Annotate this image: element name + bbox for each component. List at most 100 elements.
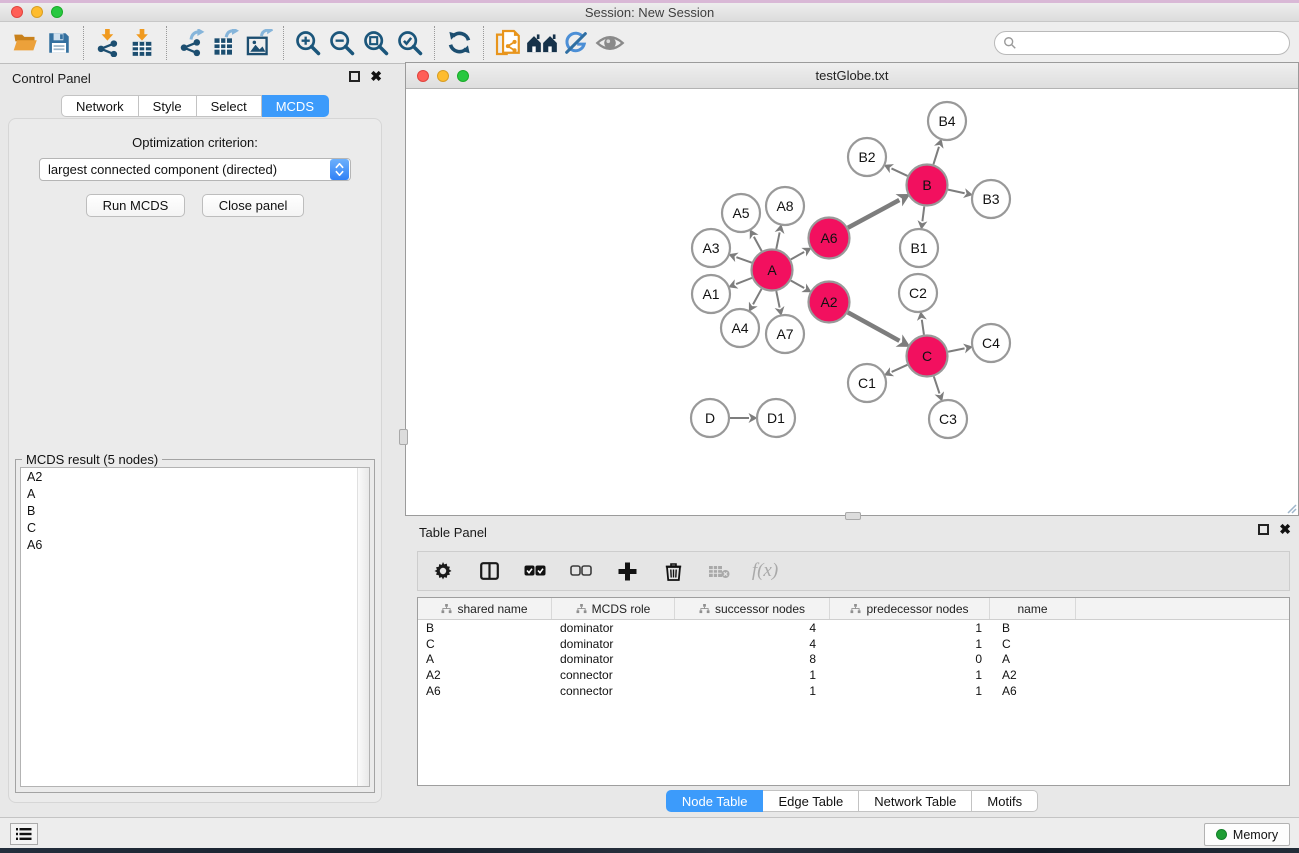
edge-B-B2[interactable] [891, 168, 907, 175]
network-window-titlebar[interactable]: testGlobe.txt [406, 63, 1298, 89]
clear-all-columns-button[interactable] [568, 556, 594, 586]
edge-A-A3[interactable] [736, 257, 751, 263]
table-row[interactable]: A6connector11A6 [418, 683, 1289, 699]
edge-A-A2[interactable] [791, 281, 804, 289]
save-session-button[interactable] [42, 25, 76, 61]
zoom-in-button[interactable] [291, 25, 325, 61]
table-row[interactable]: Adominator80A [418, 652, 1289, 668]
tab-network[interactable]: Network [61, 95, 139, 117]
table-cell[interactable]: dominator [552, 652, 675, 666]
table-cell[interactable]: B [418, 621, 552, 635]
edge-A-A5[interactable] [754, 237, 762, 251]
result-item[interactable]: B [21, 502, 369, 519]
criterion-dropdown[interactable]: largest connected component (directed) [39, 158, 351, 181]
close-panel-button[interactable]: Close panel [202, 194, 305, 217]
close-table-panel-icon[interactable]: ✖ [1279, 524, 1291, 535]
mcds-result-list[interactable]: A2ABCA6 [20, 467, 370, 787]
table-cell[interactable]: A [990, 652, 1076, 666]
memory-button[interactable]: Memory [1204, 823, 1290, 846]
tab-select[interactable]: Select [197, 95, 262, 117]
node-table[interactable]: shared nameMCDS rolesuccessor nodesprede… [417, 597, 1290, 786]
table-cell[interactable]: B [990, 621, 1076, 635]
result-item[interactable]: C [21, 519, 369, 536]
table-row[interactable]: A2connector11A2 [418, 667, 1289, 683]
search-input[interactable] [1023, 35, 1281, 50]
table-cell[interactable]: A2 [418, 668, 552, 682]
edge-A-A8[interactable] [776, 232, 779, 248]
column-header-predecessor-nodes[interactable]: predecessor nodes [830, 598, 990, 619]
table-settings-button[interactable] [430, 556, 456, 586]
edge-A6-B[interactable] [848, 200, 899, 228]
tab-style[interactable]: Style [139, 95, 197, 117]
function-builder-button[interactable]: f(x) [752, 556, 778, 586]
edge-B-B1[interactable] [922, 206, 924, 221]
edge-A-A7[interactable] [776, 291, 779, 307]
import-network-button[interactable] [91, 25, 125, 61]
table-cell[interactable]: 1 [830, 668, 990, 682]
edge-A-A6[interactable] [791, 252, 804, 260]
select-all-columns-button[interactable] [522, 556, 548, 586]
result-item[interactable]: A [21, 485, 369, 502]
create-column-button[interactable] [614, 556, 640, 586]
edge-A2-C[interactable] [848, 312, 900, 340]
search-field[interactable] [994, 31, 1290, 55]
refresh-button[interactable] [442, 25, 476, 61]
tab-mcds[interactable]: MCDS [262, 95, 329, 117]
column-header-successor-nodes[interactable]: successor nodes [675, 598, 830, 619]
table-cell[interactable]: A6 [418, 684, 552, 698]
zoom-fit-button[interactable] [359, 25, 393, 61]
float-panel-icon[interactable] [349, 71, 360, 82]
edge-A-A4[interactable] [753, 289, 762, 305]
edge-B-B3[interactable] [948, 190, 965, 194]
edge-C-C4[interactable] [948, 348, 964, 351]
column-header-name[interactable]: name [990, 598, 1076, 619]
table-cell[interactable]: 8 [675, 652, 830, 666]
column-header-MCDS-role[interactable]: MCDS role [552, 598, 675, 619]
delete-table-button[interactable] [706, 556, 732, 586]
tab-node-table[interactable]: Node Table [666, 790, 764, 812]
float-table-panel-icon[interactable] [1258, 524, 1269, 535]
table-cell[interactable]: 1 [675, 684, 830, 698]
table-cell[interactable]: connector [552, 668, 675, 682]
close-panel-icon[interactable]: ✖ [370, 71, 382, 82]
table-cell[interactable]: 1 [675, 668, 830, 682]
table-cell[interactable]: 1 [830, 621, 990, 635]
show-view-button[interactable] [593, 25, 627, 61]
table-cell[interactable]: 1 [830, 637, 990, 651]
delete-column-button[interactable] [660, 556, 686, 586]
zoom-out-button[interactable] [325, 25, 359, 61]
export-table-button[interactable] [208, 25, 242, 61]
hide-graphics-button[interactable] [559, 25, 593, 61]
run-mcds-button[interactable]: Run MCDS [86, 194, 186, 217]
table-cell[interactable]: 4 [675, 637, 830, 651]
open-file-button[interactable] [8, 25, 42, 61]
result-item[interactable]: A6 [21, 536, 369, 553]
column-header-shared-name[interactable]: shared name [418, 598, 552, 619]
table-cell[interactable]: A2 [990, 668, 1076, 682]
table-cell[interactable]: 4 [675, 621, 830, 635]
network-graph[interactable]: B4B2BB3A8A5A6A3B1AA1C2A2A4A7C4CC1C3DD1 [406, 89, 1298, 516]
table-cell[interactable]: 1 [830, 684, 990, 698]
home-pair-button[interactable] [525, 25, 559, 61]
zoom-selected-button[interactable] [393, 25, 427, 61]
table-row[interactable]: Cdominator41C [418, 636, 1289, 652]
edge-C-C1[interactable] [892, 365, 908, 372]
edge-C-C3[interactable] [934, 376, 940, 393]
import-table-button[interactable] [125, 25, 159, 61]
tab-motifs[interactable]: Motifs [972, 790, 1038, 812]
edge-A-A1[interactable] [736, 278, 752, 284]
table-cell[interactable]: A [418, 652, 552, 666]
window-resize-handle[interactable] [1285, 502, 1297, 514]
new-session-button[interactable] [491, 25, 525, 61]
column-layout-button[interactable] [476, 556, 502, 586]
edge-C-C2[interactable] [922, 320, 924, 335]
table-cell[interactable]: dominator [552, 637, 675, 651]
table-cell[interactable]: dominator [552, 621, 675, 635]
table-cell[interactable]: C [990, 637, 1076, 651]
tab-network-table[interactable]: Network Table [859, 790, 972, 812]
result-scrollbar[interactable] [357, 468, 369, 786]
table-cell[interactable]: connector [552, 684, 675, 698]
table-cell[interactable]: C [418, 637, 552, 651]
table-cell[interactable]: A6 [990, 684, 1076, 698]
splitter-grip-vertical[interactable] [399, 429, 408, 445]
